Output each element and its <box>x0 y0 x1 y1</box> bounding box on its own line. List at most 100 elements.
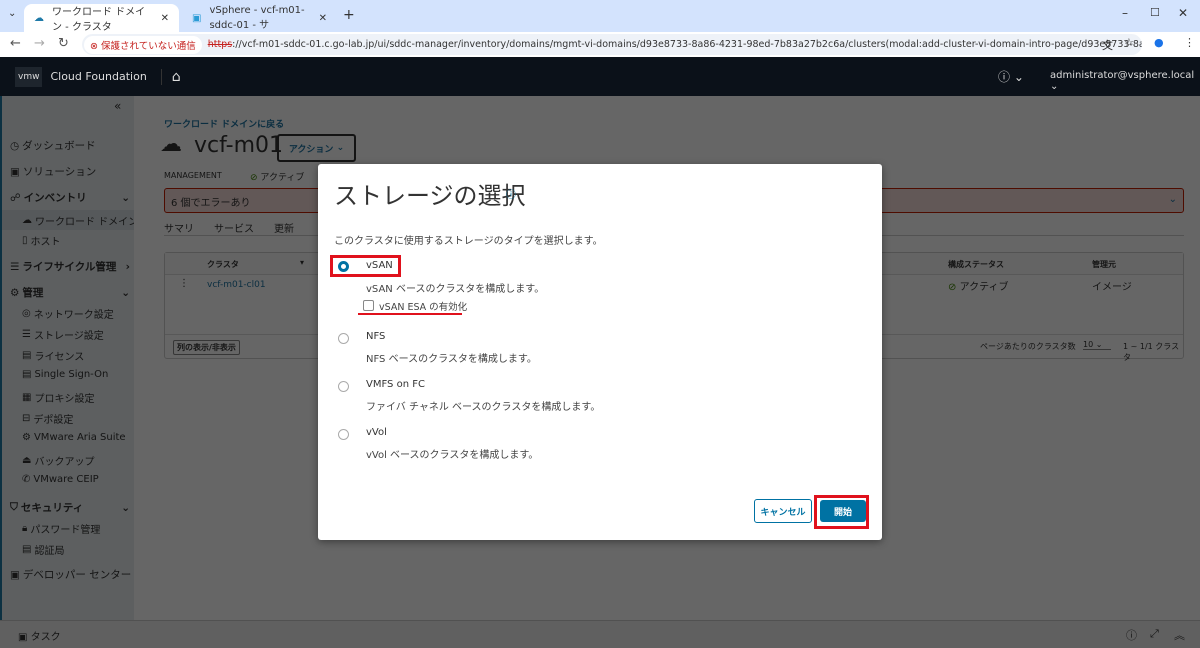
sidebar-item-depot[interactable]: ⊟ デポ設定 <box>22 411 73 426</box>
sidebar-item-ceip[interactable]: ✆ VMware CEIP <box>22 474 99 485</box>
lock-icon: 🔒︎ <box>22 523 28 534</box>
sidebar-item-storage[interactable]: ☰ ストレージ設定 <box>22 327 104 342</box>
managed-by-cell: イメージ <box>1092 282 1132 293</box>
tab-updates[interactable]: 更新 <box>274 220 294 235</box>
per-page-select[interactable]: 10 ⌄ <box>1083 340 1111 350</box>
sidebar-item-passwords[interactable]: 🔒︎ パスワード管理 <box>22 521 100 536</box>
sidebar-item-ca[interactable]: ▤ 認証局 <box>22 542 64 557</box>
column-header[interactable]: クラスタ <box>207 259 239 270</box>
close-icon[interactable]: ✕ <box>161 13 169 24</box>
label: デポ設定 <box>33 415 74 426</box>
sidebar-item-security[interactable]: ⛉ セキュリティ ⌄ <box>10 500 130 515</box>
option-label: VMFS on FC <box>366 379 425 390</box>
radio-vmfs-fc[interactable] <box>338 381 349 392</box>
label: プロキシ設定 <box>34 394 95 405</box>
sidebar-item-workload-domains[interactable]: ☁ ワークロード ドメイン <box>2 210 138 230</box>
url-text: ://vcf-m01-sddc-01.c.go-lab.jp/ui/sddc-m… <box>232 39 1142 50</box>
sidebar-item-dashboard[interactable]: ◷ ダッシュボード <box>10 138 96 153</box>
chevron-up-icon[interactable]: ︽ <box>1174 627 1185 643</box>
label: VMware CEIP <box>33 474 99 485</box>
gear-icon: ⚙ <box>10 286 20 299</box>
cloud-icon: ☁ <box>22 214 32 226</box>
close-icon[interactable]: ✕ <box>319 13 327 24</box>
minimize-button[interactable]: – <box>1122 6 1128 20</box>
actions-button[interactable]: アクション ⌄ <box>277 134 356 162</box>
back-icon[interactable]: ← <box>10 36 21 51</box>
cluster-link[interactable]: vcf-m01-cl01 <box>207 280 266 290</box>
sidebar-item-developer[interactable]: ▣ デベロッパー センター <box>10 567 131 582</box>
sidebar-item-admin[interactable]: ⚙ 管理 ⌄ <box>10 285 130 300</box>
column-toggle-button[interactable]: 列の表示/非表示 <box>173 340 240 355</box>
tasks-tab[interactable]: ▣ タスク <box>18 628 61 643</box>
browser-tab-active[interactable]: ☁ ワークロード ドメイン - クラスタ ✕ <box>24 4 179 33</box>
security-chip[interactable]: ⊗ 保護されていない通信 <box>84 35 202 54</box>
sidebar-item-sso[interactable]: ▤ Single Sign-On <box>22 369 108 380</box>
sidebar-item-inventory[interactable]: ☍ インベントリ ⌄ <box>10 190 130 205</box>
translate-icon[interactable]: ⽂ <box>1102 37 1113 53</box>
help-icon[interactable]: ⓘ <box>506 186 516 201</box>
label: セキュリティ <box>20 502 84 514</box>
close-window-button[interactable]: ✕ <box>1178 6 1188 20</box>
sidebar-item-backup[interactable]: ⏏ バックアップ <box>22 453 94 468</box>
security-label: 保護されていない通信 <box>100 40 196 52</box>
label: アクティブ <box>959 282 1009 293</box>
sidebar-item-solutions[interactable]: ▣ ソリューション <box>10 164 96 179</box>
new-tab-button[interactable]: + <box>343 7 355 23</box>
lifecycle-icon: ☰ <box>10 260 20 273</box>
url-input[interactable]: ⊗ 保護されていない通信 https://vcf-m01-sddc-01.c.g… <box>82 34 1142 55</box>
column-header[interactable]: 管理元 <box>1092 259 1116 270</box>
domain-type: MANAGEMENT <box>164 171 222 180</box>
back-link[interactable]: ワークロード ドメインに戻る <box>164 117 284 130</box>
option-desc: vSAN ベースのクラスタを構成します。 <box>366 284 545 295</box>
certificate-icon: ▤ <box>22 544 32 555</box>
filter-icon[interactable]: ▾ <box>300 258 304 267</box>
page-title: vcf-m01 <box>194 133 284 158</box>
error-text: 6 個でエラーあり <box>171 198 251 209</box>
forward-icon[interactable]: → <box>34 36 45 51</box>
value: 10 <box>1083 340 1094 349</box>
browser-tab[interactable]: ▣ vSphere - vcf-m01-sddc-01 - サ ✕ <box>182 4 337 32</box>
cancel-button[interactable]: キャンセル <box>754 499 812 523</box>
collapse-icon[interactable]: « <box>114 99 121 113</box>
tab-search-icon[interactable]: ⌄ <box>8 8 16 19</box>
sidebar-item-license[interactable]: ▤ ライセンス <box>22 348 84 363</box>
check-icon: ⊘ <box>250 173 258 183</box>
maximize-button[interactable]: ☐ <box>1150 6 1160 19</box>
chevron-down-icon[interactable]: ⌄ <box>1169 194 1177 205</box>
sidebar-item-hosts[interactable]: ▯ ホスト <box>22 233 61 248</box>
option-label: vVol <box>366 427 387 438</box>
label: ホスト <box>30 237 61 248</box>
menu-icon[interactable]: ⋮ <box>1184 36 1195 49</box>
tab-summary[interactable]: サマリ <box>164 220 194 235</box>
bookmark-star-icon[interactable]: ☆ <box>1124 36 1134 49</box>
network-icon: ◎ <box>22 308 31 319</box>
sidebar-item-lifecycle[interactable]: ☰ ライフサイクル管理 › <box>10 259 130 274</box>
home-icon[interactable]: ⌂ <box>160 68 181 85</box>
reload-icon[interactable]: ↻ <box>58 36 69 51</box>
vmw-logo: vmw <box>15 66 43 87</box>
label: ライフサイクル管理 <box>22 261 117 273</box>
label: デベロッパー センター <box>22 569 132 581</box>
tab-services[interactable]: サービス <box>214 220 254 235</box>
label: VMware Aria Suite <box>33 432 126 443</box>
profile-icon[interactable]: ● <box>1154 36 1164 49</box>
label: ライセンス <box>34 352 85 363</box>
task-bar: ▣ タスク ⓘ ⤢ ︽ <box>0 620 1200 648</box>
user-menu[interactable]: administrator@vsphere.local ⌄ <box>1050 70 1200 92</box>
column-header[interactable]: 構成ステータス <box>948 259 1004 270</box>
esa-label[interactable]: vSAN ESA の有効化 <box>379 299 467 313</box>
label: ダッシュボード <box>22 140 96 152</box>
sidebar-item-proxy[interactable]: ▦ プロキシ設定 <box>22 390 94 405</box>
esa-checkbox[interactable] <box>363 300 374 311</box>
browser-tab-bar: ⌄ ☁ ワークロード ドメイン - クラスタ ✕ ▣ vSphere - vcf-m0… <box>0 0 1200 33</box>
solutions-icon: ▣ <box>10 165 20 178</box>
expand-icon[interactable]: ⤢ <box>1150 627 1159 641</box>
help-icon[interactable]: ⓘ ⌄ <box>998 68 1024 85</box>
row-menu-icon[interactable]: ⋮ <box>179 278 189 289</box>
sidebar-item-network[interactable]: ◎ ネットワーク設定 <box>22 306 114 321</box>
sidebar-item-aria[interactable]: ⚙ VMware Aria Suite <box>22 432 126 443</box>
label: タスク <box>30 632 61 643</box>
help-icon[interactable]: ⓘ <box>1126 627 1137 643</box>
radio-vvol[interactable] <box>338 429 349 440</box>
radio-nfs[interactable] <box>338 333 349 344</box>
